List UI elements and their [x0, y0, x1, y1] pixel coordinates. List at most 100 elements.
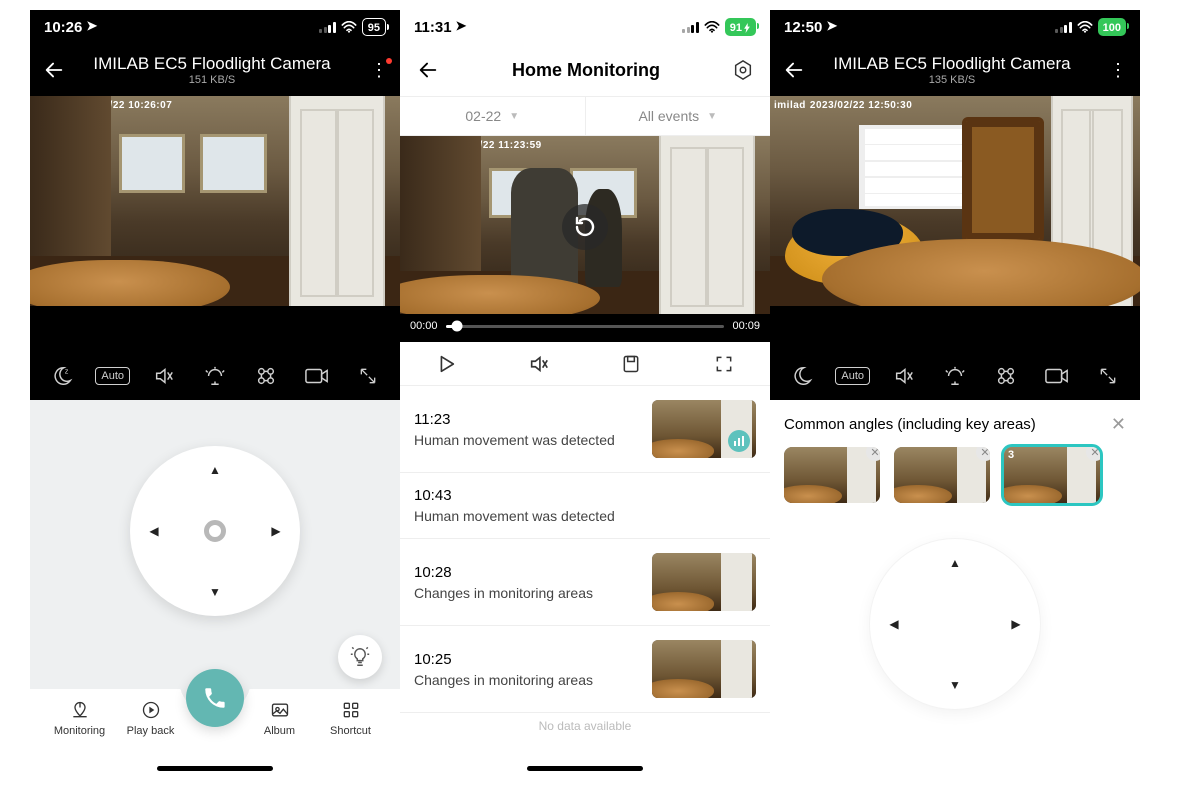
ptz-right[interactable]: ▶	[1006, 614, 1026, 634]
battery-indicator: 95	[362, 18, 386, 36]
live-feed[interactable]: IMILAD 2023/02/22 10:26:07	[30, 96, 400, 352]
bitrate-label: 151 KB/S	[58, 74, 366, 86]
event-item[interactable]: 10:43Human movement was detected	[400, 473, 770, 539]
angle-preset-2[interactable]: ✕	[894, 447, 990, 503]
event-item[interactable]: 10:25Changes in monitoring areas	[400, 626, 770, 713]
floodlight-toggle[interactable]	[338, 635, 382, 679]
progress-bar[interactable]: 00:00 00:09	[400, 314, 770, 342]
more-menu-button[interactable]: ⋮	[366, 60, 390, 81]
card-title: Common angles (including key areas)	[784, 416, 1036, 433]
event-player: IMILAD 2023/02/22 11:23:59 00:00 00:09	[400, 136, 770, 342]
multiview-button[interactable]	[246, 360, 286, 392]
mute-button[interactable]	[144, 360, 184, 392]
ptz-up[interactable]: ▲	[945, 553, 965, 573]
ptz-panel: ▲ ▼ ◀ ▶	[770, 509, 1140, 775]
home-indicator	[527, 766, 643, 771]
back-button[interactable]	[414, 56, 442, 84]
record-button[interactable]	[1037, 360, 1077, 392]
tab-playback[interactable]: Play back	[115, 699, 186, 737]
list-empty-note: No data available	[400, 713, 770, 739]
common-angles-card: Common angles (including key areas) ✕ ✕ …	[770, 400, 1140, 509]
tab-album[interactable]: Album	[244, 699, 315, 737]
fullscreen-button[interactable]	[348, 360, 388, 392]
event-item[interactable]: 10:28Changes in monitoring areas	[400, 539, 770, 626]
live-feed[interactable]: IMILAD 2023/02/22 12:50:30	[770, 96, 1140, 352]
fullscreen-button[interactable]	[1088, 360, 1128, 392]
feed-toolbar: Auto	[770, 352, 1140, 400]
talk-button[interactable]	[186, 669, 244, 727]
battery-indicator: 91	[725, 18, 756, 36]
night-mode-button[interactable]	[782, 360, 822, 392]
location-icon: ➤	[456, 18, 467, 34]
ptz-dpad: ▲ ▼ ◀ ▶	[130, 446, 300, 616]
app-header: IMILAB EC5 Floodlight Camera 135 KB/S ⋮	[770, 44, 1140, 96]
progress-current: 00:00	[410, 320, 438, 332]
filter-row: 02-22▼ All events▼	[400, 96, 770, 136]
ptz-down[interactable]: ▼	[205, 582, 225, 602]
ptz-center[interactable]	[204, 520, 226, 542]
light-control-button[interactable]	[195, 360, 235, 392]
page-title: Home Monitoring	[442, 60, 730, 81]
wifi-icon	[704, 21, 720, 33]
date-filter[interactable]: 02-22▼	[400, 97, 586, 135]
ptz-left[interactable]: ◀	[144, 521, 164, 541]
multiview-button[interactable]	[986, 360, 1026, 392]
event-item[interactable]: 11:23Human movement was detected	[400, 386, 770, 473]
quality-auto-button[interactable]: Auto	[833, 360, 873, 392]
clock-label: 10:26	[44, 19, 82, 36]
camera-title: IMILAB EC5 Floodlight Camera	[798, 54, 1106, 74]
signal-icon	[1055, 22, 1072, 33]
signal-icon	[319, 22, 336, 33]
event-list: 11:23Human movement was detected 10:43Hu…	[400, 386, 770, 775]
close-card-button[interactable]: ✕	[1111, 414, 1126, 435]
more-menu-button[interactable]: ⋮	[1106, 60, 1130, 81]
clock-label: 12:50	[784, 19, 822, 36]
event-thumbnail[interactable]	[652, 553, 756, 611]
save-clip-button[interactable]	[611, 349, 651, 379]
home-indicator	[157, 766, 273, 771]
chevron-down-icon: ▼	[707, 111, 717, 122]
record-button[interactable]	[297, 360, 337, 392]
ptz-up[interactable]: ▲	[205, 460, 225, 480]
player-controls	[400, 342, 770, 386]
status-bar: 12:50 ➤ 100	[770, 10, 1140, 44]
location-icon: ➤	[86, 18, 97, 34]
night-mode-button[interactable]: z	[42, 360, 82, 392]
ptz-dpad: ▲ ▼ ◀ ▶	[870, 539, 1040, 709]
stats-icon	[728, 430, 750, 452]
screen-live-view: 10:26 ➤ 95 IMILAB EC5 Floodlight Camera …	[30, 10, 400, 775]
ptz-right[interactable]: ▶	[266, 521, 286, 541]
clock-label: 11:31	[414, 19, 452, 36]
camera-title: IMILAB EC5 Floodlight Camera	[58, 54, 366, 74]
signal-icon	[682, 22, 699, 33]
ptz-panel: ▲ ▼ ◀ ▶ Monitoring Play back Album	[30, 400, 400, 775]
bitrate-label: 135 KB/S	[798, 74, 1106, 86]
location-icon: ➤	[826, 18, 837, 34]
play-button[interactable]	[426, 349, 466, 379]
screen-common-angles: 12:50 ➤ 100 IMILAB EC5 Floodlight Camera…	[770, 10, 1140, 775]
mute-button[interactable]	[519, 349, 559, 379]
wifi-icon	[341, 21, 357, 33]
ptz-left[interactable]: ◀	[884, 614, 904, 634]
settings-button[interactable]	[730, 57, 756, 83]
ptz-down[interactable]: ▼	[945, 675, 965, 695]
event-type-filter[interactable]: All events▼	[586, 97, 771, 135]
app-header: Home Monitoring	[400, 44, 770, 96]
replay-button[interactable]	[562, 204, 608, 250]
fullscreen-button[interactable]	[704, 349, 744, 379]
app-header: IMILAB EC5 Floodlight Camera 151 KB/S ⋮	[30, 44, 400, 96]
angle-preset-1[interactable]: ✕	[784, 447, 880, 503]
angle-preset-3[interactable]: 3✕	[1004, 447, 1100, 503]
event-thumbnail[interactable]	[652, 640, 756, 698]
tab-shortcut[interactable]: Shortcut	[315, 699, 386, 737]
svg-text:z: z	[64, 366, 68, 375]
quality-auto-button[interactable]: Auto	[93, 360, 133, 392]
status-bar: 10:26 ➤ 95	[30, 10, 400, 44]
event-thumbnail[interactable]	[652, 400, 756, 458]
battery-indicator: 100	[1098, 18, 1126, 36]
tab-monitoring[interactable]: Monitoring	[44, 699, 115, 737]
status-bar: 11:31 ➤ 91	[400, 10, 770, 44]
mute-button[interactable]	[884, 360, 924, 392]
light-control-button[interactable]	[935, 360, 975, 392]
bottom-tabbar: Monitoring Play back Album Shortcut	[30, 689, 400, 775]
